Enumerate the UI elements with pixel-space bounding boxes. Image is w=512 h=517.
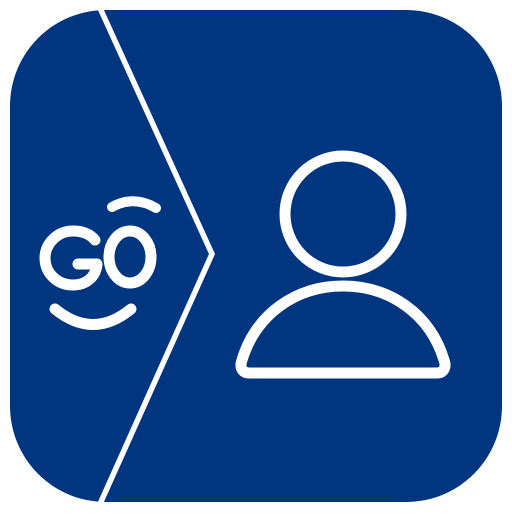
app-icon-graphic: [10, 6, 502, 506]
icon-tile: [10, 10, 502, 502]
app-icon[interactable]: GO: [0, 0, 512, 512]
